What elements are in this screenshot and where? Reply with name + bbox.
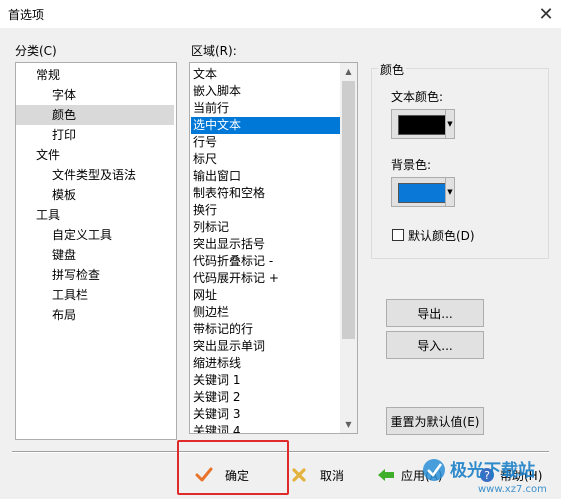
region-list-item[interactable]: 输出窗口 (191, 168, 340, 185)
dropdown-arrow-icon: ▼ (445, 110, 454, 138)
region-list-item[interactable]: 嵌入脚本 (191, 83, 340, 100)
region-list-item[interactable]: 带标记的行 (191, 321, 340, 338)
category-item[interactable]: 拼写检查 (16, 265, 174, 285)
colors-group-label: 颜色 (378, 61, 407, 78)
category-item[interactable]: 文件类型及语法 (16, 165, 174, 185)
category-item[interactable]: 布局 (16, 305, 174, 325)
category-item[interactable]: 工具栏 (16, 285, 174, 305)
region-list-item[interactable]: 代码折叠标记 - (191, 253, 340, 270)
region-list-item[interactable]: 换行 (191, 202, 340, 219)
cancel-label: 取消 (320, 468, 345, 483)
region-list-item[interactable]: 关键词 2 (191, 389, 340, 406)
region-list-item[interactable]: 关键词 1 (191, 372, 340, 389)
region-list-item[interactable]: 侧边栏 (191, 304, 340, 321)
region-list-item[interactable]: 选中文本 (191, 117, 340, 134)
region-list-item[interactable]: 关键词 3 (191, 406, 340, 423)
dropdown-arrow-icon: ▼ (445, 178, 454, 206)
watermark-logo: 极光下载站 www.xz7.com (420, 452, 560, 496)
region-list-item[interactable]: 突出显示括号 (191, 236, 340, 253)
text-color-label: 文本颜色: (391, 90, 444, 104)
import-button[interactable]: 导入... (386, 331, 484, 359)
category-item[interactable]: 自定义工具 (16, 225, 174, 245)
bg-color-swatch (398, 183, 446, 203)
category-label: 分类(C) (15, 44, 57, 58)
region-list-item[interactable]: 文本 (191, 66, 340, 83)
close-button[interactable]: ✕ (531, 0, 561, 28)
export-button[interactable]: 导出... (386, 299, 484, 327)
region-list-item[interactable]: 行号 (191, 134, 340, 151)
category-item[interactable]: 文件 (16, 145, 174, 165)
close-icon: ✕ (538, 3, 554, 25)
title-bar: 首选项 ✕ (0, 0, 561, 28)
region-list-item[interactable]: 标尺 (191, 151, 340, 168)
category-item[interactable]: 工具 (16, 205, 174, 225)
cancel-x-icon (288, 464, 310, 486)
text-color-picker[interactable]: ▼ (391, 109, 455, 139)
highlight-frame (177, 440, 289, 495)
reset-defaults-button[interactable]: 重置为默认值(E) (386, 407, 484, 435)
region-list[interactable]: 文本 嵌入脚本 当前行 选中文本 行号 标尺 输出窗口 制表符和空格 换行 列标记 突出显示括号 代码… (189, 62, 358, 434)
region-list-item[interactable]: 缩进标线 (191, 355, 340, 372)
region-list-item[interactable]: 突出显示单词 (191, 338, 340, 355)
category-item[interactable]: 字体 (16, 85, 174, 105)
category-item[interactable]: 模板 (16, 185, 174, 205)
window-title: 首选项 (8, 8, 45, 22)
category-item[interactable]: 颜色 (16, 105, 174, 125)
scroll-thumb[interactable] (342, 81, 355, 339)
region-scrollbar[interactable]: ▲ ▼ (340, 63, 357, 433)
svg-text:www.xz7.com: www.xz7.com (478, 484, 547, 495)
category-item[interactable]: 常规 (16, 65, 174, 85)
bg-color-label: 背景色: (391, 158, 432, 172)
apply-arrow-icon (375, 464, 397, 486)
default-color-checkbox[interactable] (392, 229, 404, 241)
category-item[interactable]: 键盘 (16, 245, 174, 265)
category-item[interactable]: 打印 (16, 125, 174, 145)
cancel-button[interactable]: 取消 (288, 458, 344, 492)
region-list-item[interactable]: 当前行 (191, 100, 340, 117)
category-tree[interactable]: 常规 字体 颜色 打印 文件 文件类型及语法 模板 工具 自定义工具 键盘 拼写检查 工具栏 布局 (15, 62, 177, 440)
region-list-item[interactable]: 关键词 4 (191, 423, 340, 433)
region-list-item[interactable]: 列标记 (191, 219, 340, 236)
text-color-swatch (398, 115, 446, 135)
scroll-down-icon[interactable]: ▼ (340, 416, 357, 433)
bg-color-picker[interactable]: ▼ (391, 177, 455, 207)
region-list-item[interactable]: 制表符和空格 (191, 185, 340, 202)
region-label: 区域(R): (191, 44, 237, 58)
default-color-label: 默认颜色(D) (408, 229, 475, 243)
region-list-item[interactable]: 网址 (191, 287, 340, 304)
region-list-item[interactable]: 代码展开标记 + (191, 270, 340, 287)
scroll-up-icon[interactable]: ▲ (340, 63, 357, 80)
svg-text:极光下载站: 极光下载站 (450, 460, 535, 481)
